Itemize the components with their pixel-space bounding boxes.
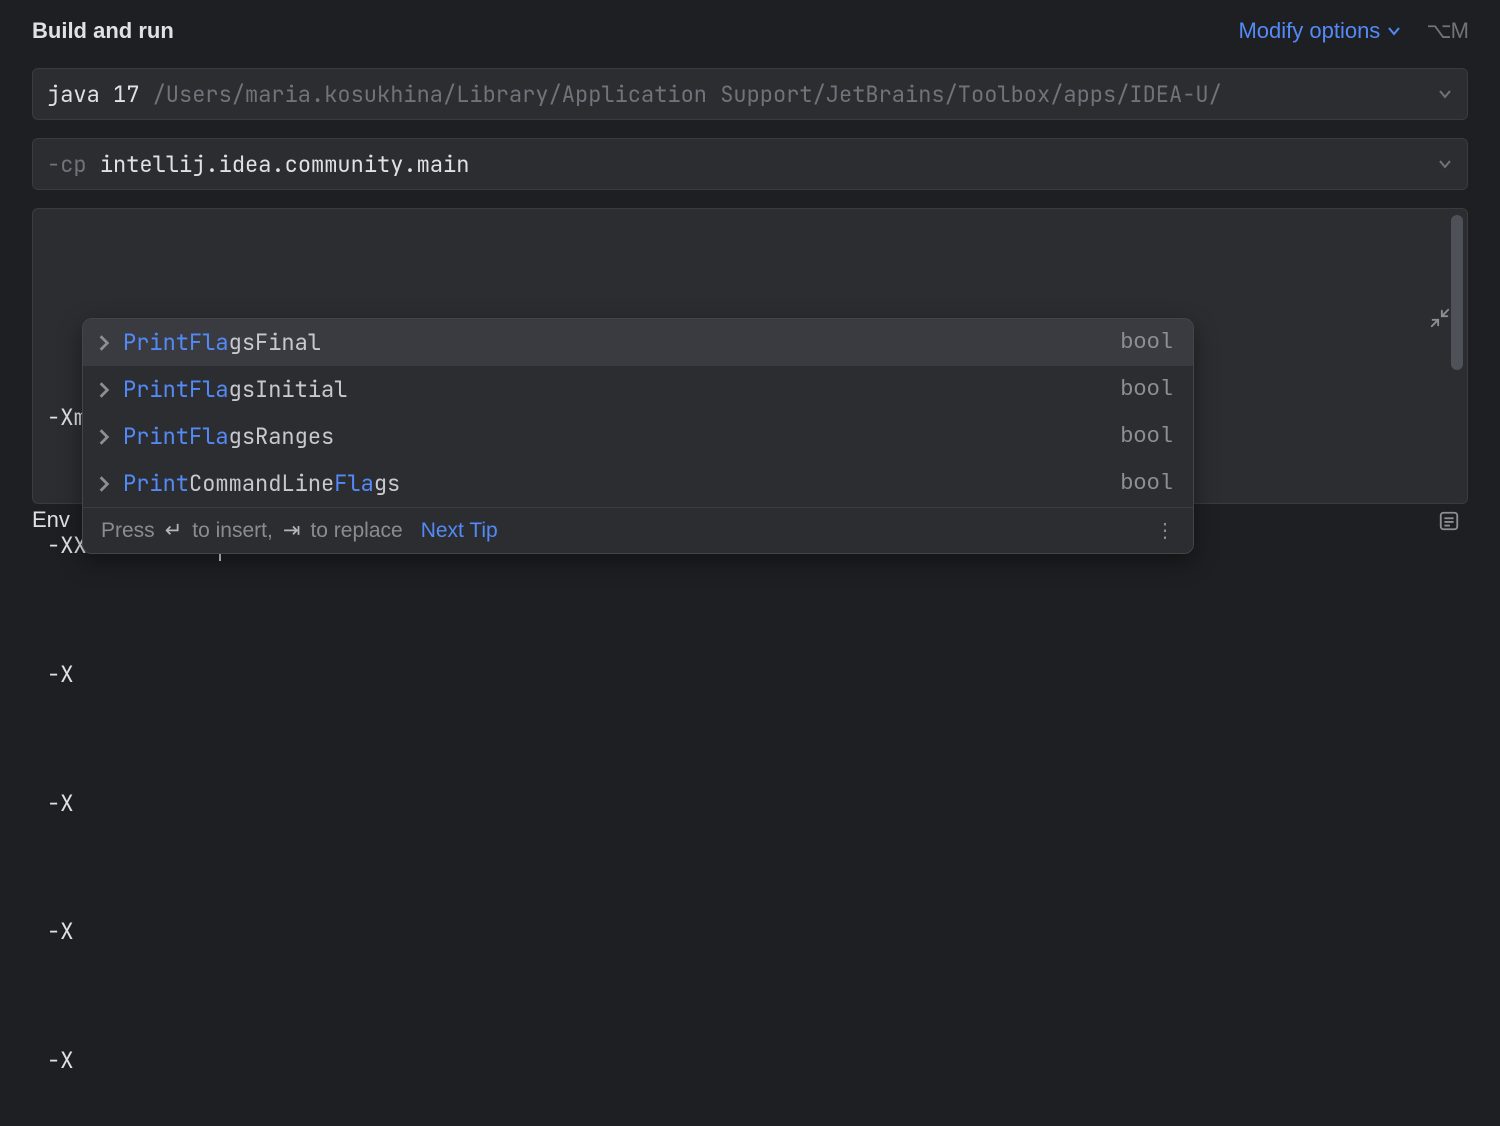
tab-key-icon: ⇥: [283, 518, 301, 543]
autocomplete-type: bool: [1120, 424, 1173, 449]
autocomplete-popup: PrintFlagsFinal bool PrintFlagsInitial b…: [82, 318, 1194, 554]
footer-text: to replace: [310, 519, 402, 543]
autocomplete-item[interactable]: PrintFlagsFinal bool: [83, 319, 1193, 366]
autocomplete-type: bool: [1120, 377, 1173, 402]
classpath-selector[interactable]: -cp intellij.idea.community.main: [32, 138, 1468, 190]
vm-option-line: -X: [47, 1040, 1423, 1083]
footer-text: to insert,: [192, 519, 273, 543]
more-icon[interactable]: ⋮: [1155, 518, 1175, 543]
autocomplete-label: PrintCommandLineFlags: [123, 469, 400, 498]
vm-option-line: -X: [47, 911, 1423, 954]
autocomplete-item[interactable]: PrintFlagsRanges bool: [83, 413, 1193, 460]
autocomplete-type: bool: [1120, 471, 1173, 496]
chevron-right-icon: [97, 475, 111, 493]
chevron-right-icon: [97, 334, 111, 352]
next-tip-link[interactable]: Next Tip: [421, 519, 498, 543]
autocomplete-label: PrintFlagsInitial: [123, 375, 347, 404]
autocomplete-label: PrintFlagsFinal: [123, 328, 321, 357]
enter-key-icon: ↵: [165, 518, 183, 543]
autocomplete-footer: Press ↵ to insert, ⇥ to replace Next Tip…: [83, 507, 1193, 553]
classpath-module: intellij.idea.community.main: [100, 150, 470, 179]
jdk-version: java 17: [47, 80, 139, 109]
vm-option-line: -X: [47, 654, 1423, 697]
jdk-selector[interactable]: java 17 /Users/maria.kosukhina/Library/A…: [32, 68, 1468, 120]
autocomplete-item[interactable]: PrintFlagsInitial bool: [83, 366, 1193, 413]
chevron-down-icon: [1437, 86, 1453, 102]
classpath-flag: -cp: [47, 150, 100, 179]
section-title: Build and run: [32, 18, 174, 44]
modify-options-label: Modify options: [1238, 18, 1380, 44]
chevron-down-icon: [1386, 23, 1402, 39]
vm-option-line: -X: [47, 783, 1423, 826]
autocomplete-type: bool: [1120, 330, 1173, 355]
chevron-right-icon: [97, 428, 111, 446]
autocomplete-item[interactable]: PrintCommandLineFlags bool: [83, 460, 1193, 507]
chevron-right-icon: [97, 381, 111, 399]
env-vars-list-icon[interactable]: [1438, 510, 1462, 534]
autocomplete-label: PrintFlagsRanges: [123, 422, 334, 451]
chevron-down-icon: [1437, 156, 1453, 172]
collapse-icon[interactable]: [1429, 221, 1453, 245]
modify-options-link[interactable]: Modify options: [1238, 18, 1402, 44]
footer-text: Press: [101, 519, 155, 543]
env-vars-label-truncated: Env: [32, 507, 70, 533]
jdk-path: /Users/maria.kosukhina/Library/Applicati…: [139, 80, 1221, 109]
scrollbar[interactable]: [1451, 215, 1463, 497]
shortcut-hint: ⌥M: [1426, 18, 1468, 44]
